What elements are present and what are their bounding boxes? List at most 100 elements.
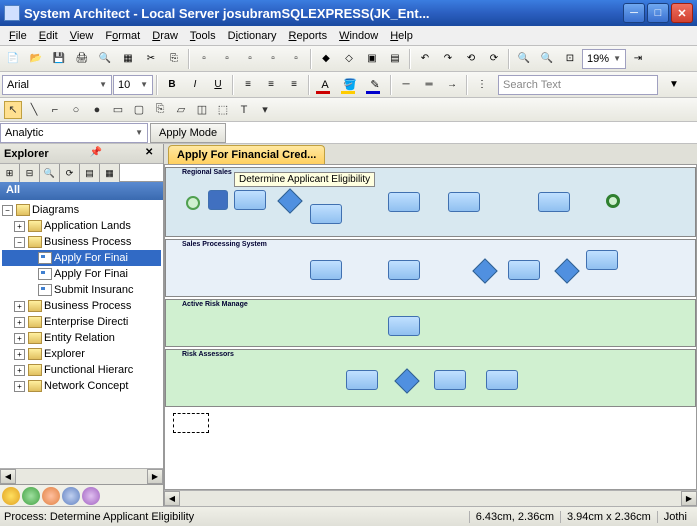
status-icon-5[interactable]	[82, 487, 100, 505]
task-box[interactable]	[486, 370, 518, 390]
shape-line[interactable]: ╲	[25, 101, 43, 119]
open-button[interactable]: 📂	[25, 48, 47, 70]
shape-text[interactable]: T	[235, 101, 253, 119]
tree-root[interactable]: −Diagrams	[2, 202, 161, 218]
align-center-button[interactable]: ≡	[260, 74, 282, 96]
apply-mode-button[interactable]: Apply Mode	[150, 123, 226, 143]
status-icon-3[interactable]	[42, 487, 60, 505]
canvas-scroll[interactable]: ◀ ▶	[164, 490, 697, 506]
explorer-tab-5[interactable]: ▤	[80, 164, 100, 182]
underline-button[interactable]: U	[207, 74, 229, 96]
grid-button[interactable]: ▦	[117, 48, 139, 70]
shape-doc[interactable]: ⎘	[151, 101, 169, 119]
new-button[interactable]: 📄	[2, 48, 24, 70]
misc-a[interactable]: ⋮	[471, 74, 493, 96]
zoom-fit-button[interactable]: ⊡	[559, 48, 581, 70]
bold-button[interactable]: B	[161, 74, 183, 96]
explorer-tab-2[interactable]: ⊟	[20, 164, 40, 182]
shape-circle[interactable]: ○	[67, 101, 85, 119]
close-button[interactable]: ✕	[671, 3, 693, 23]
shape-more[interactable]: ▾	[256, 101, 274, 119]
print-button[interactable]: 🖨	[71, 48, 93, 70]
menu-window[interactable]: Window	[334, 28, 383, 44]
shape-data[interactable]: ▱	[172, 101, 190, 119]
menu-format[interactable]: Format	[100, 28, 145, 44]
start-event[interactable]	[186, 196, 200, 210]
tool-g[interactable]: ◇	[338, 48, 360, 70]
tree-item[interactable]: +Network Concept	[2, 378, 161, 394]
task-box[interactable]	[388, 260, 420, 280]
document-tab[interactable]: Apply For Financial Cred...	[168, 145, 325, 164]
task-box[interactable]	[388, 192, 420, 212]
menu-tools[interactable]: Tools	[185, 28, 221, 44]
menu-reports[interactable]: Reports	[284, 28, 333, 44]
explorer-tab-1[interactable]: ⊞	[0, 164, 20, 182]
end-event[interactable]	[606, 194, 620, 208]
tool-e[interactable]: ▫	[285, 48, 307, 70]
shape-note[interactable]: ◫	[193, 101, 211, 119]
selection-box[interactable]	[173, 413, 209, 433]
search-dropdown[interactable]: ▼	[663, 74, 685, 96]
shape-rrect[interactable]: ▢	[130, 101, 148, 119]
task-box[interactable]	[346, 370, 378, 390]
tool-j[interactable]: ↶	[414, 48, 436, 70]
task-box[interactable]	[208, 190, 228, 210]
shape-rect[interactable]: ▭	[109, 101, 127, 119]
maximize-button[interactable]: □	[647, 3, 669, 23]
status-icon-1[interactable]	[2, 487, 20, 505]
font-color-button[interactable]: A	[313, 74, 337, 96]
gateway[interactable]	[472, 258, 497, 283]
explorer-scroll[interactable]: ◀▶	[0, 468, 163, 484]
save-button[interactable]: 💾	[48, 48, 70, 70]
tool-h[interactable]: ▣	[361, 48, 383, 70]
tree-item[interactable]: +Enterprise Directi	[2, 314, 161, 330]
tree-item[interactable]: −Business Process	[2, 234, 161, 250]
tree-item[interactable]: +Explorer	[2, 346, 161, 362]
tree-item[interactable]: +Entity Relation	[2, 330, 161, 346]
scroll-right-button[interactable]: ▶	[681, 491, 697, 506]
tool-c[interactable]: ▫	[239, 48, 261, 70]
tool-k[interactable]: ↷	[437, 48, 459, 70]
diagram-canvas[interactable]: Regional Sales Determine Applicant Eligi…	[164, 164, 697, 490]
tree-item[interactable]: +Application Lands	[2, 218, 161, 234]
gateway[interactable]	[394, 368, 419, 393]
tool-a[interactable]: ▫	[193, 48, 215, 70]
line-color-button[interactable]: ✎	[363, 74, 387, 96]
menu-edit[interactable]: Edit	[34, 28, 63, 44]
tree-item[interactable]: Submit Insuranc	[2, 282, 161, 298]
task-box[interactable]	[586, 250, 618, 270]
tool-n[interactable]: ⇥	[627, 48, 649, 70]
mode-select[interactable]: Analytic▼	[0, 123, 148, 143]
menu-help[interactable]: Help	[385, 28, 418, 44]
tool-m[interactable]: ⟳	[483, 48, 505, 70]
fill-color-button[interactable]: 🪣	[338, 74, 362, 96]
tree-item[interactable]: +Business Process	[2, 298, 161, 314]
task-box[interactable]	[310, 204, 342, 224]
explorer-all-header[interactable]: All	[0, 182, 163, 200]
gateway[interactable]	[277, 188, 302, 213]
task-box[interactable]	[508, 260, 540, 280]
italic-button[interactable]: I	[184, 74, 206, 96]
explorer-tab-4[interactable]: ⟳	[60, 164, 80, 182]
pointer-tool[interactable]: ↖	[4, 101, 22, 119]
tool-d[interactable]: ▫	[262, 48, 284, 70]
zoom-in-button[interactable]: 🔍	[513, 48, 535, 70]
shape-db[interactable]: ⬚	[214, 101, 232, 119]
preview-button[interactable]: 🔍	[94, 48, 116, 70]
font-size-select[interactable]: 10▼	[113, 75, 153, 95]
zoom-select[interactable]: 19%▼	[582, 49, 626, 69]
pin-icon[interactable]: 📌	[90, 147, 104, 161]
gateway[interactable]	[554, 258, 579, 283]
line-weight-button[interactable]: ═	[418, 74, 440, 96]
task-box[interactable]	[448, 192, 480, 212]
align-right-button[interactable]: ≡	[283, 74, 305, 96]
close-panel-icon[interactable]: ✕	[145, 147, 159, 161]
line-style-button[interactable]: ─	[395, 74, 417, 96]
explorer-tab-6[interactable]: ▦	[100, 164, 120, 182]
arrow-button[interactable]: →	[441, 74, 463, 96]
task-box[interactable]	[538, 192, 570, 212]
tool-l[interactable]: ⟲	[460, 48, 482, 70]
shape-dot[interactable]: ●	[88, 101, 106, 119]
zoom-out-button[interactable]: 🔍	[536, 48, 558, 70]
menu-dictionary[interactable]: Dictionary	[223, 28, 282, 44]
